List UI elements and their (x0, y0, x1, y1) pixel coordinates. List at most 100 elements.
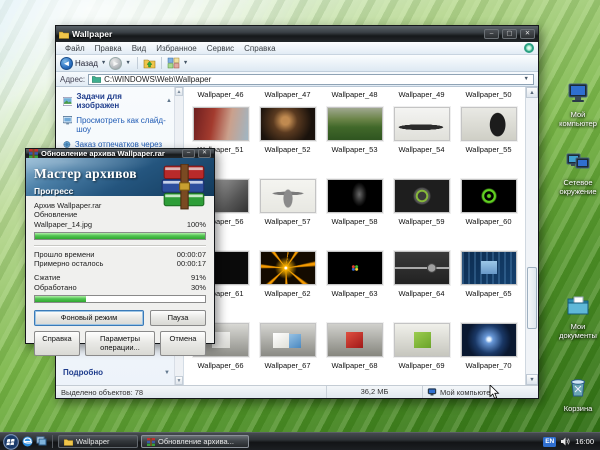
minimize-button[interactable]: – (182, 149, 195, 158)
file-label: Wallpaper_65 (466, 289, 512, 298)
details-panel-header[interactable]: Подробно ▼ (63, 368, 170, 377)
status-zone-label: Мой компьютер (440, 388, 495, 397)
back-button[interactable]: ◄ (60, 57, 73, 70)
file-item[interactable]: Wallpaper_52 (254, 103, 321, 175)
address-input[interactable]: C:\WINDOWS\Web\Wallpaper ▼ (88, 74, 534, 85)
menu-edit[interactable]: Правка (90, 44, 127, 53)
menu-help[interactable]: Справка (239, 44, 280, 53)
minimize-button[interactable]: – (484, 29, 499, 39)
forward-button[interactable]: ► (109, 57, 122, 70)
thumbnail-image (461, 179, 517, 213)
file-item[interactable]: Wallpaper_55 (455, 103, 522, 175)
chevron-up-icon[interactable]: ▲ (166, 98, 172, 104)
pause-button[interactable]: Пауза (150, 310, 206, 326)
operation-options-button[interactable]: Параметры операции... (85, 331, 155, 356)
task-button-wallpaper[interactable]: Wallpaper (58, 435, 138, 448)
folder-icon (59, 30, 69, 39)
quicklaunch-browser-icon[interactable] (22, 436, 33, 447)
views-dropdown-icon[interactable]: ▼ (183, 60, 188, 66)
forward-dropdown-icon[interactable]: ▼ (125, 60, 130, 66)
thumbnail-image (461, 323, 517, 357)
menu-tools[interactable]: Сервис (202, 44, 239, 53)
menu-favorites[interactable]: Избранное (151, 44, 202, 53)
task-button-label: Wallpaper (76, 437, 110, 446)
thumbnail-image (327, 323, 383, 357)
menu-file[interactable]: Файл (60, 44, 90, 53)
file-item[interactable]: Wallpaper_68 (321, 319, 388, 385)
folder-icon (64, 438, 73, 446)
picture-tasks-title: Задачи для изображен (76, 92, 162, 110)
chevron-down-icon[interactable]: ▼ (164, 370, 170, 376)
status-bar: Выделено объектов: 78 36,2 МБ Мой компью… (56, 385, 538, 398)
file-label[interactable]: Wallpaper_50 (455, 90, 522, 99)
dialog-titlebar[interactable]: Обновление архива Wallpaper.rar – ✕ (26, 149, 214, 158)
scrollbar-thumb[interactable] (527, 267, 537, 329)
menu-view[interactable]: Вид (127, 44, 151, 53)
file-label[interactable]: Wallpaper_48 (321, 90, 388, 99)
task-button-label: Обновление архива... (158, 437, 234, 446)
scroll-up-icon[interactable]: ▲ (175, 87, 183, 96)
stat-label: Обработано (34, 283, 77, 293)
thumbnail-image (327, 179, 383, 213)
maximize-button[interactable]: ▢ (502, 29, 517, 39)
status-size: 36,2 МБ (326, 386, 422, 398)
winrar-icon (29, 149, 38, 158)
picture-icon (63, 97, 72, 106)
window-title: Wallpaper (72, 29, 481, 39)
stat-value: 00:00:17 (177, 259, 206, 269)
file-item[interactable]: Wallpaper_60 (455, 175, 522, 247)
desktop-icon-my-computer[interactable]: Мой компьютер (552, 82, 600, 128)
volume-icon[interactable] (561, 437, 570, 446)
close-button[interactable]: ✕ (520, 29, 535, 39)
file-item[interactable]: Wallpaper_65 (455, 247, 522, 319)
toolbar: ◄ Назад ▼ ► ▼ ▼ (56, 55, 538, 72)
explorer-titlebar[interactable]: Wallpaper – ▢ ✕ (56, 26, 538, 42)
desktop-icon-recycle-bin[interactable]: Корзина (552, 376, 600, 414)
back-button-label[interactable]: Назад (75, 59, 98, 68)
file-item[interactable]: Wallpaper_70 (455, 319, 522, 385)
task-slideshow-link[interactable]: Просмотреть как слайд-шоу (63, 116, 172, 134)
help-button[interactable]: Справка (34, 331, 80, 356)
throbber-logo-icon (524, 43, 534, 53)
dialog-title: Обновление архива Wallpaper.rar (41, 149, 179, 158)
file-item[interactable]: Wallpaper_57 (254, 175, 321, 247)
file-label: Wallpaper_66 (198, 361, 244, 370)
start-button[interactable] (3, 434, 19, 450)
close-button[interactable]: ✕ (198, 149, 211, 158)
task-label: Просмотреть как слайд-шоу (76, 116, 172, 134)
vertical-scrollbar[interactable]: ▲ ▼ (525, 87, 538, 385)
file-label[interactable]: Wallpaper_46 (187, 90, 254, 99)
mouse-cursor (489, 385, 500, 400)
up-folder-button[interactable] (143, 57, 156, 69)
address-dropdown-icon[interactable]: ▼ (524, 76, 529, 82)
quicklaunch-show-desktop-icon[interactable] (36, 436, 47, 447)
file-item[interactable]: Wallpaper_67 (254, 319, 321, 385)
scroll-down-icon[interactable]: ▼ (526, 374, 538, 385)
cancel-button[interactable]: Отмена (160, 331, 206, 356)
file-item[interactable]: Wallpaper_54 (388, 103, 455, 175)
file-item[interactable]: Wallpaper_63 (321, 247, 388, 319)
background-mode-button[interactable]: Фоновый режим (34, 310, 144, 326)
desktop-icon-network[interactable]: Сетевое окружение (552, 150, 600, 196)
file-label: Wallpaper_55 (466, 145, 512, 154)
file-item[interactable]: Wallpaper_64 (388, 247, 455, 319)
file-item[interactable]: Wallpaper_59 (388, 175, 455, 247)
file-item[interactable]: Wallpaper_58 (321, 175, 388, 247)
scroll-up-icon[interactable]: ▲ (526, 87, 538, 98)
picture-tasks-header[interactable]: Задачи для изображен ▲ (63, 92, 172, 110)
file-label[interactable]: Wallpaper_49 (388, 90, 455, 99)
file-label: Wallpaper_69 (399, 361, 445, 370)
task-button-archive[interactable]: Обновление архива... (141, 435, 249, 448)
file-item[interactable]: Wallpaper_53 (321, 103, 388, 175)
thumbnail-image (327, 251, 383, 285)
views-button[interactable] (167, 57, 180, 69)
language-indicator[interactable]: EN (543, 437, 556, 447)
file-label: Wallpaper_52 (265, 145, 311, 154)
scroll-down-icon[interactable]: ▼ (175, 376, 183, 385)
file-item[interactable]: Wallpaper_62 (254, 247, 321, 319)
file-progress-bar (34, 232, 206, 240)
desktop-icon-my-documents[interactable]: Мои документы (552, 294, 600, 340)
file-label[interactable]: Wallpaper_47 (254, 90, 321, 99)
file-item[interactable]: Wallpaper_69 (388, 319, 455, 385)
back-dropdown-icon[interactable]: ▼ (101, 60, 106, 66)
